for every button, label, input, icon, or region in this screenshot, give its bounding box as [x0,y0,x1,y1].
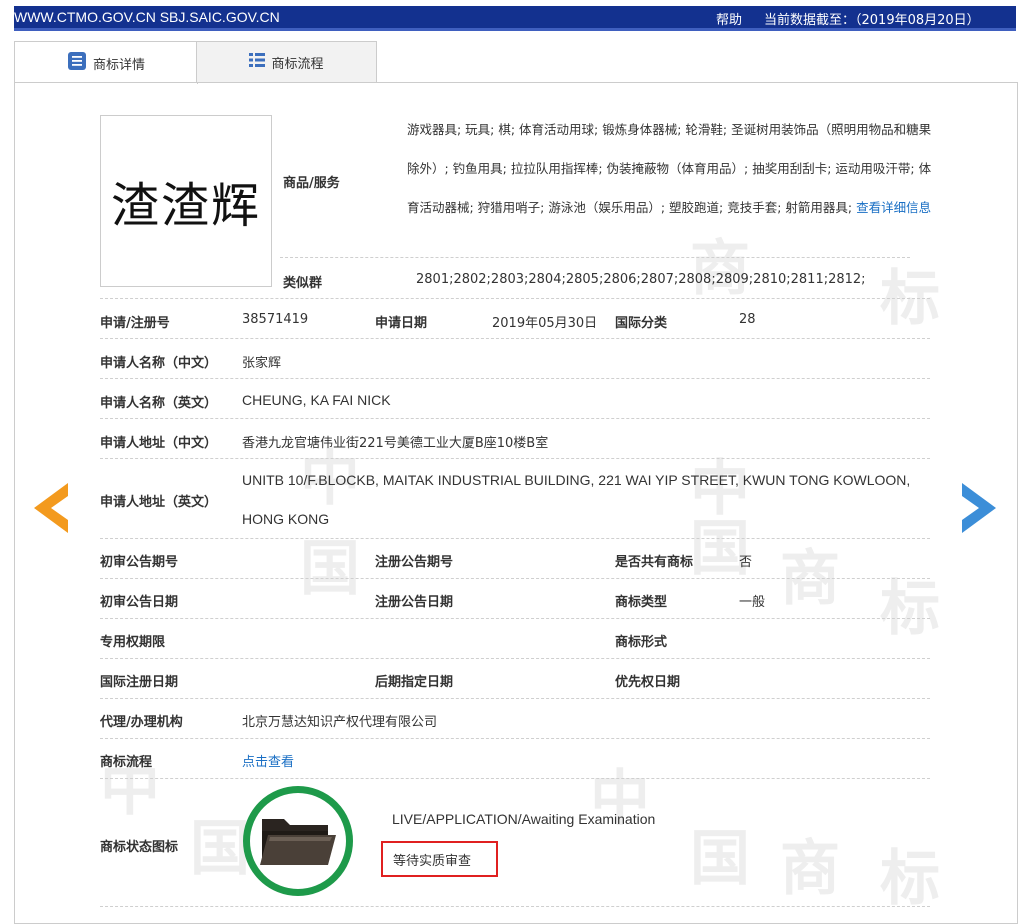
tab-label-process: 商标流程 [271,56,324,72]
trademark-text: 渣渣辉 [110,178,261,234]
divider [100,658,930,659]
divider [100,738,930,739]
later-date-label: 后期指定日期 [375,675,454,690]
divider [100,578,930,579]
intl-class-value: 28 [739,312,756,327]
shared-value: 否 [739,555,753,570]
watermark-char: 国 [690,824,750,894]
applicant-en-value: CHEUNG, KA FAI NICK [242,392,391,408]
watermark-char: 商 [780,544,840,614]
address-en-line2: HONG KONG [242,511,330,527]
exclusive-label: 专用权期限 [100,635,166,650]
trademark-image: 渣渣辉 [100,115,272,287]
reg-no-label: 申请/注册号 [100,316,170,331]
chevron-right-icon [962,483,996,533]
address-en-label: 申请人地址（英文） [100,495,218,510]
divider [100,906,930,907]
process-view-link[interactable]: 点击查看 [242,751,294,770]
tm-type-value: 一般 [739,595,766,610]
prelim-date-label: 初审公告日期 [100,595,179,610]
folder-icon [260,819,336,865]
priority-date-label: 优先权日期 [615,675,681,690]
watermark-char: 国 [690,514,750,584]
divider [280,257,910,258]
goods-text: 游戏器具; 玩具; 棋; 体育活动用球; 锻炼身体器械; 轮滑鞋; 圣诞树用装饰… [407,122,932,215]
status-icon-label: 商标状态图标 [100,840,179,855]
address-en-line1: UNITB 10/F.BLOCKB, MAITAK INDUSTRIAL BUI… [242,472,911,488]
watermark-char: 国 [300,534,360,604]
status-en: LIVE/APPLICATION/Awaiting Examination [392,811,656,827]
status-cn: 等待实质审查 [393,853,472,869]
view-details-link[interactable]: 查看详细信息 [856,200,931,215]
prev-arrow[interactable] [34,483,68,533]
divider [100,538,930,539]
tab-label-details: 商标详情 [92,57,145,73]
watermark-char: 标 [880,264,940,334]
next-arrow[interactable] [962,483,996,533]
applicant-cn-value: 张家辉 [242,356,282,371]
tm-type-label: 商标类型 [615,595,668,610]
divider [100,458,930,459]
divider [100,298,930,299]
status-cn-highlight: 等待实质审查 [381,841,498,877]
similar-group-value: 2801;2802;2803;2804;2805;2806;2807;2808;… [416,272,866,287]
help-link[interactable]: 帮助 [716,9,742,28]
prelim-no-label: 初审公告期号 [100,555,179,570]
apply-date-label: 申请日期 [375,316,428,331]
agent-value: 北京万慧达知识产权代理有限公司 [242,715,438,730]
tab-bar: 商标详情 商标流程 [14,41,1016,84]
list-icon [249,52,266,72]
top-banner: WWW.CTMO.GOV.CN SBJ.SAIC.GOV.CN 帮助 当前数据截… [14,6,1016,31]
applicant-cn-label: 申请人名称（中文） [100,356,218,371]
intl-class-label: 国际分类 [615,316,668,331]
address-cn-label: 申请人地址（中文） [100,436,218,451]
tab-trademark-details[interactable]: 商标详情 [14,41,198,84]
shared-label: 是否共有商标 [615,555,694,570]
chevron-left-icon [34,483,68,533]
document-icon [67,51,87,75]
reg-no-value: 38571419 [242,312,309,327]
divider [100,418,930,419]
watermark-char: 商 [690,234,750,304]
tm-form-label: 商标形式 [615,635,668,650]
apply-date-value: 2019年05月30日 [492,316,598,331]
status-icon [243,786,353,896]
watermark-char: 国 [190,814,250,884]
process-label: 商标流程 [100,755,153,770]
divider [100,698,930,699]
divider [100,378,930,379]
divider [100,778,930,779]
similar-group-label: 类似群 [283,276,323,291]
reg-pub-no-label: 注册公告期号 [375,555,454,570]
site-domains: WWW.CTMO.GOV.CN SBJ.SAIC.GOV.CN [14,9,280,25]
divider [100,338,930,339]
divider [100,618,930,619]
data-date: 当前数据截至：（2019年08月20日） [764,13,980,28]
agent-label: 代理/办理机构 [100,715,183,730]
watermark-char: 商 [780,834,840,904]
applicant-en-label: 申请人名称（英文） [100,396,218,411]
intl-reg-date-label: 国际注册日期 [100,675,179,690]
reg-pub-date-label: 注册公告日期 [375,595,454,610]
watermark-char: 标 [880,844,940,914]
goods-label: 商品/服务 [283,176,340,191]
tab-trademark-process[interactable]: 商标流程 [196,41,377,83]
watermark-char: 标 [880,574,940,644]
address-cn-value: 香港九龙官塘伟业街221号美德工业大厦B座10楼B室 [242,436,549,451]
